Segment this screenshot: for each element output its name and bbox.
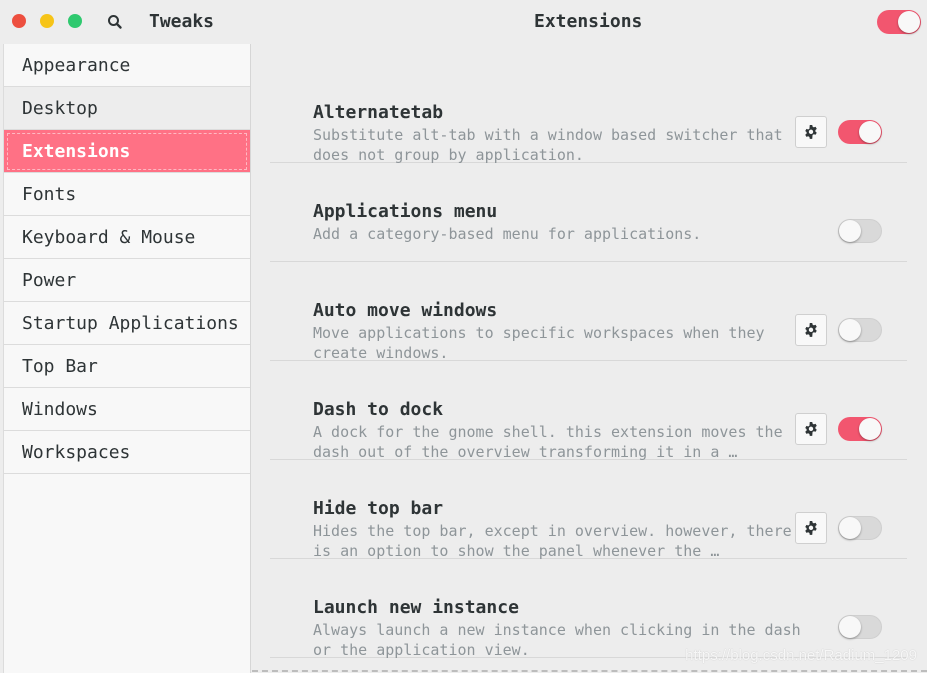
extension-toggle[interactable] bbox=[838, 417, 882, 441]
toggle-knob bbox=[839, 517, 861, 539]
sidebar: Appearance Desktop Extensions Fonts Keyboard… bbox=[3, 44, 251, 673]
sidebar-item-top-bar[interactable]: Top Bar bbox=[4, 345, 250, 388]
sidebar-item-label: Fonts bbox=[22, 183, 77, 205]
extension-description: Substitute alt-tab with a window based s… bbox=[313, 126, 783, 164]
extension-row-applications-menu: Applications menu Add a category-based me… bbox=[270, 163, 907, 262]
extension-row-dash-to-dock: Dash to dock A dock for the gnome shell. … bbox=[270, 361, 907, 461]
sidebar-item-desktop[interactable]: Desktop bbox=[4, 87, 250, 130]
search-button[interactable] bbox=[104, 11, 126, 33]
extension-row-auto-move-windows: Auto move windows Move applications to sp… bbox=[270, 262, 907, 362]
extension-toggle[interactable] bbox=[838, 120, 882, 144]
search-icon bbox=[108, 15, 122, 29]
gear-icon bbox=[804, 422, 818, 436]
extension-description: Add a category-based menu for applicatio… bbox=[313, 225, 702, 243]
sidebar-item-fonts[interactable]: Fonts bbox=[4, 173, 250, 216]
sidebar-item-label: Top Bar bbox=[22, 355, 98, 377]
close-window-button[interactable] bbox=[12, 14, 26, 28]
extension-settings-button[interactable] bbox=[795, 512, 827, 544]
extension-toggle[interactable] bbox=[838, 318, 882, 342]
sidebar-item-power[interactable]: Power bbox=[4, 259, 250, 302]
extension-row-alternatetab: Alternatetab Substitute alt-tab with a wi… bbox=[270, 64, 907, 164]
sidebar-item-extensions[interactable]: Extensions bbox=[4, 130, 250, 173]
extension-name: Alternatetab bbox=[313, 102, 444, 123]
extension-row-hide-top-bar: Hide top bar Hides the top bar, except in… bbox=[270, 460, 907, 560]
toggle-knob bbox=[839, 319, 861, 341]
sidebar-item-label: Startup Applications bbox=[22, 312, 239, 334]
extension-name: Hide top bar bbox=[313, 498, 444, 519]
scroll-edge-divider bbox=[252, 670, 927, 672]
extension-name: Launch new instance bbox=[313, 597, 519, 618]
extensions-global-toggle[interactable] bbox=[877, 10, 921, 34]
gear-icon bbox=[804, 323, 818, 337]
toggle-knob bbox=[859, 121, 881, 143]
extension-row-launch-new-instance: Launch new instance Always launch a new i… bbox=[270, 559, 907, 659]
toggle-knob bbox=[859, 418, 881, 440]
sidebar-item-label: Windows bbox=[22, 398, 98, 420]
watermark: https://blog.csdn.net/Radium_1209 bbox=[685, 647, 917, 664]
sidebar-item-workspaces[interactable]: Workspaces bbox=[4, 431, 250, 474]
extension-toggle[interactable] bbox=[838, 219, 882, 243]
sidebar-item-label: Extensions bbox=[22, 140, 131, 162]
sidebar-item-label: Desktop bbox=[22, 97, 98, 119]
extension-description: Hides the top bar, except in overview. h… bbox=[313, 522, 792, 560]
extension-name: Auto move windows bbox=[313, 300, 498, 321]
sidebar-item-label: Workspaces bbox=[22, 441, 131, 463]
sidebar-item-startup-applications[interactable]: Startup Applications bbox=[4, 302, 250, 345]
extension-toggle[interactable] bbox=[838, 615, 882, 639]
extensions-list: Alternatetab Substitute alt-tab with a wi… bbox=[252, 44, 927, 673]
extension-description: Move applications to specific workspaces… bbox=[313, 324, 765, 362]
app-title: Tweaks bbox=[149, 11, 215, 32]
extension-description: A dock for the gnome shell. this extensi… bbox=[313, 423, 783, 461]
sidebar-item-windows[interactable]: Windows bbox=[4, 388, 250, 431]
gear-icon bbox=[804, 125, 818, 139]
title-bar: Tweaks Extensions bbox=[0, 0, 927, 44]
page-title: Extensions bbox=[534, 11, 643, 32]
sidebar-item-label: Power bbox=[22, 269, 77, 291]
extension-settings-button[interactable] bbox=[795, 314, 827, 346]
toggle-knob bbox=[898, 11, 920, 33]
sidebar-item-keyboard-mouse[interactable]: Keyboard & Mouse bbox=[4, 216, 250, 259]
extension-settings-button[interactable] bbox=[795, 116, 827, 148]
minimize-window-button[interactable] bbox=[40, 14, 54, 28]
sidebar-item-label: Keyboard & Mouse bbox=[22, 226, 196, 248]
sidebar-item-appearance[interactable]: Appearance bbox=[4, 44, 250, 87]
extension-name: Dash to dock bbox=[313, 399, 444, 420]
extension-settings-button[interactable] bbox=[795, 413, 827, 445]
sidebar-item-label: Appearance bbox=[22, 54, 131, 76]
extension-name: Applications menu bbox=[313, 201, 498, 222]
toggle-knob bbox=[839, 616, 861, 638]
toggle-knob bbox=[839, 220, 861, 242]
maximize-window-button[interactable] bbox=[68, 14, 82, 28]
gear-icon bbox=[804, 521, 818, 535]
extension-toggle[interactable] bbox=[838, 516, 882, 540]
